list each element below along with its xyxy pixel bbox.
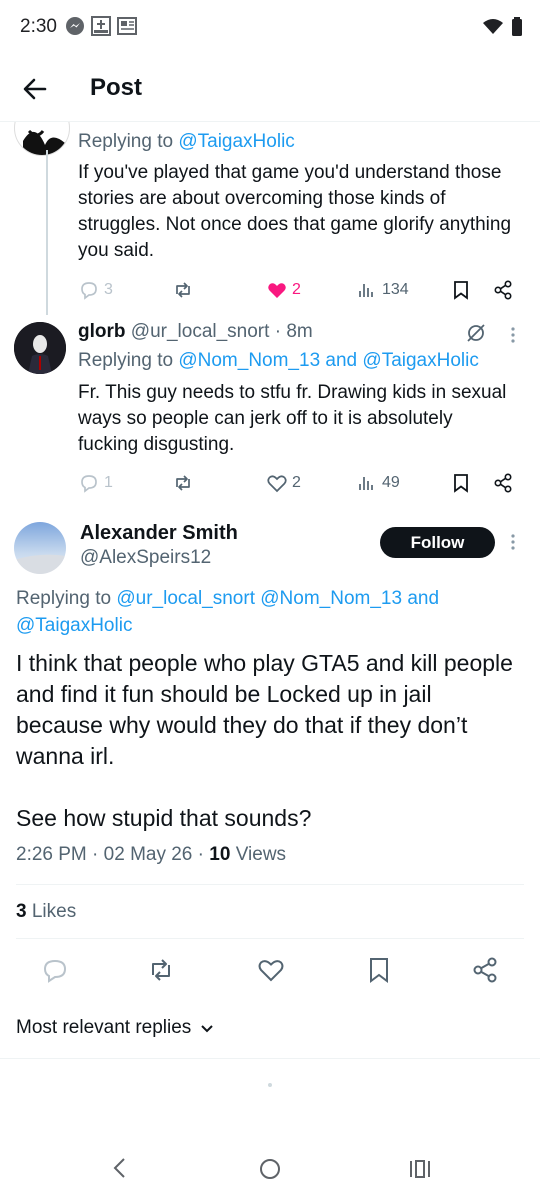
repost-icon <box>176 282 190 298</box>
heart-icon <box>258 960 284 982</box>
share-icon <box>494 280 512 300</box>
reply2-bookmark-button[interactable] <box>450 472 472 494</box>
main-replying-to: Replying to @ur_local_snort @Nom_Nom_13 … <box>16 588 440 636</box>
reply2-reply-button[interactable]: 1 <box>78 472 113 494</box>
grok-icon[interactable] <box>464 321 488 345</box>
post-time: 2:26 PM <box>16 844 87 865</box>
avatar[interactable] <box>14 522 66 574</box>
reply-button[interactable] <box>40 955 70 985</box>
repost-icon <box>176 475 190 491</box>
mention-link[interactable]: @TaigaxHolic <box>362 350 478 371</box>
avatar[interactable] <box>14 122 72 156</box>
views-count: 10 <box>209 844 231 865</box>
post-text-paragraph: See how stupid that sounds? <box>16 805 312 831</box>
reply1-replying-to: Replying to @TaigaxHolic <box>78 131 295 152</box>
app-header: Post <box>0 52 540 122</box>
share-icon <box>473 957 497 983</box>
reply2-share-button[interactable] <box>492 472 514 494</box>
reply1-reply-button[interactable]: 3 <box>78 279 113 301</box>
post-date: 02 May 26 <box>103 844 193 865</box>
views-icon <box>359 477 373 490</box>
bookmark-icon <box>454 474 468 493</box>
repost-icon <box>152 959 170 981</box>
loading-indicator <box>268 1083 272 1087</box>
messenger-icon <box>64 15 86 37</box>
reply1-like-button[interactable]: 2 <box>266 279 301 301</box>
heart-filled-icon <box>268 283 286 298</box>
mention-link[interactable]: @Nom_Nom_13 <box>260 588 402 609</box>
sort-replies-dropdown[interactable]: Most relevant replies <box>16 1017 215 1039</box>
mention-link[interactable]: @ur_local_snort <box>116 588 255 609</box>
reply2-views[interactable]: 49 <box>356 472 400 494</box>
author-handle: @ur_local_snort <box>130 321 270 342</box>
nav-back-icon[interactable] <box>108 1156 132 1180</box>
divider <box>0 1058 540 1059</box>
nav-home-icon[interactable] <box>258 1157 282 1181</box>
heart-icon <box>267 475 287 493</box>
status-bar: 2:30 <box>0 0 540 52</box>
post-text-paragraph: I think that people who play GTA5 and ki… <box>16 650 513 769</box>
system-nav-bar <box>0 1130 540 1199</box>
battery-icon <box>508 15 530 37</box>
page-title: Post <box>90 74 143 101</box>
reply1-share-button[interactable] <box>492 279 514 301</box>
more-options-icon[interactable] <box>506 531 520 553</box>
share-button[interactable] <box>470 955 500 985</box>
reply2-repost-button[interactable] <box>172 472 194 494</box>
avatar[interactable] <box>14 322 66 374</box>
back-arrow-icon[interactable] <box>18 72 52 106</box>
mention-link[interactable]: @TaigaxHolic <box>16 615 132 636</box>
post-meta: 2:26 PM · 02 May 26 · 10 Views <box>16 844 287 865</box>
reply2-text: Fr. This guy needs to stfu fr. Drawing k… <box>78 382 507 455</box>
wifi-icon <box>482 15 504 37</box>
likes-summary[interactable]: 3 Likes <box>16 901 76 923</box>
newspaper-icon <box>116 15 138 37</box>
share-icon <box>494 473 512 493</box>
bookmark-button[interactable] <box>364 955 394 985</box>
more-options-icon[interactable] <box>506 324 520 346</box>
chevron-down-icon <box>201 1025 214 1033</box>
reply1-text: If you've played that game you'd underst… <box>78 162 512 261</box>
mention-link[interactable]: @TaigaxHolic <box>178 131 294 152</box>
bookmark-icon <box>454 281 468 300</box>
comment-icon <box>81 475 97 493</box>
status-time: 2:30 <box>20 16 57 37</box>
mention-link[interactable]: @Nom_Nom_13 <box>178 350 320 371</box>
views-icon <box>359 284 373 297</box>
reply2-like-button[interactable]: 2 <box>266 472 301 494</box>
follow-button[interactable]: Follow <box>380 527 495 558</box>
comment-icon <box>43 959 67 983</box>
divider <box>16 884 524 885</box>
repost-button[interactable] <box>146 955 176 985</box>
post-text: I think that people who play GTA5 and ki… <box>16 648 524 834</box>
reply1-bookmark-button[interactable] <box>450 279 472 301</box>
reply2-replying-to: Replying to @Nom_Nom_13 and @TaigaxHolic <box>78 350 479 371</box>
divider <box>16 938 524 939</box>
author-handle[interactable]: @AlexSpeirs12 <box>80 547 211 569</box>
news-icon <box>90 15 112 37</box>
author-name[interactable]: glorb <box>78 321 126 342</box>
bookmark-icon <box>370 958 388 983</box>
like-button[interactable] <box>256 955 286 985</box>
comment-icon <box>81 282 97 300</box>
reply1-repost-button[interactable] <box>172 279 194 301</box>
post-time: 8m <box>286 321 313 342</box>
author-name[interactable]: Alexander Smith <box>80 522 238 545</box>
reply2-author[interactable]: glorb @ur_local_snort · 8m <box>78 321 313 343</box>
thread-line <box>46 150 48 315</box>
reply1-views[interactable]: 134 <box>356 279 409 301</box>
nav-recents-icon[interactable] <box>408 1157 432 1181</box>
